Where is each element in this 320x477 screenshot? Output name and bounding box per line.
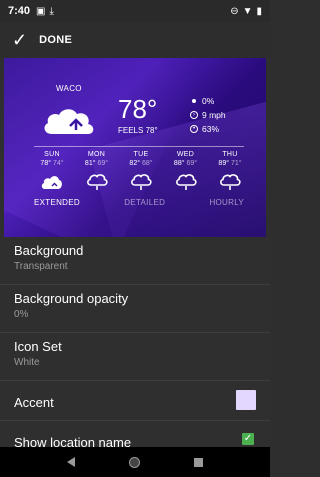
status-time: 7:40 bbox=[8, 5, 31, 17]
forecast-lo: 68° bbox=[141, 160, 153, 167]
back-icon[interactable] bbox=[67, 457, 75, 467]
precip-row: 0% bbox=[190, 94, 226, 108]
status-right: ⊖ ▼ ▮ bbox=[230, 6, 262, 17]
forecast-lo: 69° bbox=[186, 160, 198, 167]
forecast-hi: 89° bbox=[218, 160, 230, 167]
forecast-day-name: SUN bbox=[44, 151, 60, 158]
precip-icon bbox=[192, 99, 196, 103]
partly-cloudy-icon bbox=[41, 176, 62, 189]
forecast-lo: 69° bbox=[97, 160, 109, 167]
setting-icon-set[interactable]: Icon Set White bbox=[0, 333, 270, 381]
status-bar: 7:40 ▣ ⤓ ⊖ ▼ ▮ bbox=[0, 0, 270, 22]
toolbar: ✓ DONE bbox=[0, 22, 270, 58]
wifi-icon: ▼ bbox=[242, 5, 253, 17]
setting-title: Background opacity bbox=[14, 291, 129, 306]
navigation-bar bbox=[0, 447, 270, 477]
rain-cloud-icon bbox=[220, 174, 241, 190]
wind-row: › 9 mph bbox=[190, 108, 226, 122]
forecast-hi: 88° bbox=[173, 160, 185, 167]
partly-cloudy-icon bbox=[44, 109, 94, 134]
setting-title: Accent bbox=[14, 395, 54, 410]
setting-accent[interactable]: Accent bbox=[0, 381, 270, 421]
forecast-hi: 78° bbox=[40, 160, 52, 167]
hourly-link[interactable]: HOURLY bbox=[209, 198, 244, 207]
setting-title: Background bbox=[14, 243, 84, 258]
forecast-day-name: THU bbox=[222, 151, 238, 158]
do-not-disturb-icon: ⊖ bbox=[230, 5, 239, 17]
humidity-icon: • bbox=[190, 125, 198, 133]
precip-value: 0% bbox=[202, 96, 215, 106]
forecast-hi: 81° bbox=[84, 160, 96, 167]
forecast-lo: 71° bbox=[230, 160, 242, 167]
setting-value: White bbox=[14, 357, 40, 368]
city-name: WACO bbox=[56, 84, 82, 93]
check-icon[interactable]: ✓ bbox=[12, 31, 27, 49]
weather-widget-preview: WACO 78° FEELS 78° 0% › 9 mph • 63% SUN … bbox=[4, 58, 266, 237]
rain-cloud-icon bbox=[175, 174, 197, 190]
setting-background-opacity[interactable]: Background opacity 0% bbox=[0, 285, 270, 333]
recent-apps-icon[interactable] bbox=[194, 457, 203, 467]
setting-value: Transparent bbox=[14, 261, 68, 272]
weather-stats: 0% › 9 mph • 63% bbox=[190, 94, 226, 136]
accent-color-swatch[interactable] bbox=[236, 390, 256, 410]
feels-like: FEELS 78° bbox=[118, 126, 158, 135]
screen: 7:40 ▣ ⤓ ⊖ ▼ ▮ ✓ DONE WACO 78° FEELS 78°… bbox=[0, 0, 270, 477]
wind-icon: › bbox=[190, 111, 198, 119]
forecast-day: MON 81° 69° bbox=[75, 150, 119, 191]
show-location-checkbox[interactable]: ✓ bbox=[242, 433, 254, 445]
home-icon[interactable] bbox=[129, 456, 140, 468]
detailed-link[interactable]: DETAILED bbox=[124, 198, 165, 207]
setting-value: 0% bbox=[14, 309, 29, 320]
done-button[interactable]: DONE bbox=[39, 34, 72, 46]
forecast-day-name: MON bbox=[87, 151, 106, 158]
forecast-day-name: WED bbox=[176, 151, 195, 158]
forecast-day: THU 89° 71° bbox=[208, 150, 252, 191]
image-icon: ▣ bbox=[36, 5, 46, 17]
widget-divider bbox=[34, 146, 244, 147]
humidity-value: 63% bbox=[202, 124, 220, 134]
forecast-hi: 82° bbox=[129, 160, 141, 167]
download-icon: ⤓ bbox=[49, 5, 54, 17]
setting-title: Icon Set bbox=[14, 339, 62, 354]
forecast-day: SUN 78° 74° bbox=[30, 150, 74, 191]
wind-value: 9 mph bbox=[202, 110, 226, 120]
extended-link[interactable]: EXTENDED bbox=[34, 198, 80, 207]
humidity-row: • 63% bbox=[190, 122, 226, 136]
forecast-lo: 74° bbox=[52, 160, 64, 167]
widget-links: EXTENDED DETAILED HOURLY bbox=[34, 198, 244, 207]
rain-cloud-icon bbox=[131, 174, 152, 190]
setting-background[interactable]: Background Transparent bbox=[0, 237, 270, 285]
current-temperature: 78° bbox=[118, 94, 158, 124]
forecast-day: WED 88° 69° bbox=[164, 150, 208, 191]
forecast-day: TUE 82° 68° bbox=[119, 150, 163, 191]
forecast-row: SUN 78° 74° MON 81° 69° TUE 82° 68° WED … bbox=[30, 150, 252, 191]
forecast-day-name: TUE bbox=[133, 151, 149, 158]
settings-list: Background Transparent Background opacit… bbox=[0, 237, 270, 461]
battery-icon: ▮ bbox=[256, 5, 262, 17]
rain-cloud-icon bbox=[86, 174, 108, 190]
